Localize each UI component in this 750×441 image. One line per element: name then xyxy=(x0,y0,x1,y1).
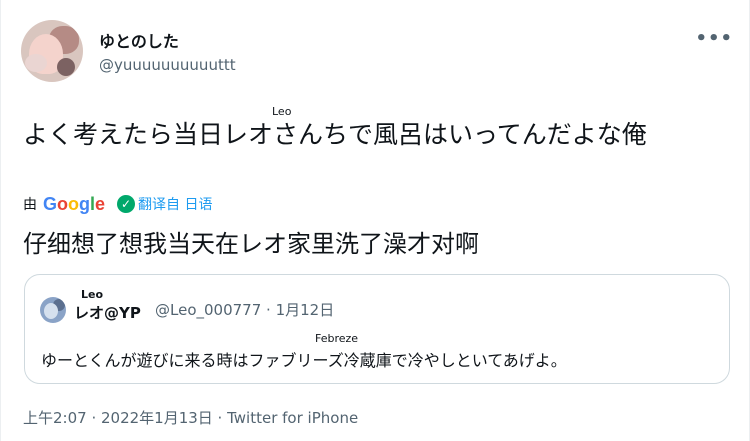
tweet-source[interactable]: Twitter for iPhone xyxy=(227,409,358,427)
google-logo: Google xyxy=(43,193,106,214)
tweet-ruby-annotation: Leo xyxy=(272,105,292,118)
author-avatar[interactable] xyxy=(21,20,83,82)
quoted-text: ゆーとくんが遊びに来る時はファブリーズ冷蔵庫で冷やしといてあげよ。 xyxy=(41,351,567,370)
quoted-tweet[interactable]: Leo レオ@YP @Leo_000777 · 1月12日 Febreze ゆー… xyxy=(24,274,730,384)
quoted-author-avatar[interactable] xyxy=(40,297,66,323)
tweet-card: ゆとのした @yuuuuuuuuuuttt ••• Leo よく考えたら当日レオ… xyxy=(0,0,750,441)
author-display-name[interactable]: ゆとのした xyxy=(99,28,179,52)
translation-attribution: 由 Google ✓ 翻译自 日语 xyxy=(23,191,213,217)
quoted-name-ruby: Leo xyxy=(81,288,104,301)
tweet-footer: 上午2:07 · 2022年1月13日 · Twitter for iPhone xyxy=(23,407,358,428)
author-handle[interactable]: @yuuuuuuuuuuttt xyxy=(99,56,236,74)
translated-by-label: 由 xyxy=(23,197,37,213)
tweet-text: よく考えたら当日レオさんちで風呂はいってんだよな俺 xyxy=(23,120,647,149)
translate-check-icon: ✓ xyxy=(117,195,136,213)
tweet-timestamp[interactable]: 上午2:07 · 2022年1月13日 · xyxy=(23,409,227,427)
quoted-text-ruby: Febreze xyxy=(315,332,359,345)
quoted-author-name[interactable]: レオ@YP xyxy=(74,302,141,323)
translated-text: 仔细想了想我当天在レオ家里洗了澡才对啊 xyxy=(23,230,479,258)
quoted-author-meta[interactable]: @Leo_000777 · 1月12日 xyxy=(155,299,334,320)
tweet-header: ゆとのした @yuuuuuuuuuuttt ••• xyxy=(21,20,733,84)
more-horizontal-icon[interactable]: ••• xyxy=(695,28,733,49)
translated-from-link[interactable]: 翻译自 日语 xyxy=(138,194,212,214)
